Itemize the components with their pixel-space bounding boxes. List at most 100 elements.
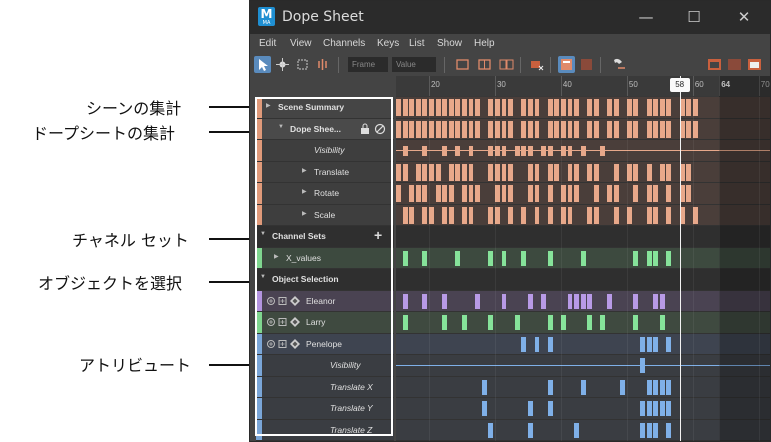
outliner-row[interactable]: Visibility [256,140,394,162]
outliner-row[interactable]: Visibility [256,355,394,377]
hierarchy-view-icon[interactable] [578,56,595,73]
keyframe[interactable] [666,185,672,203]
trax-editor-icon[interactable] [726,56,743,73]
keyframe[interactable] [534,185,540,203]
keyframe[interactable] [607,185,613,203]
keyframe[interactable] [541,293,547,309]
outliner-row[interactable]: ▶ X_values [256,247,394,269]
keyframe[interactable] [541,145,547,156]
keyframe[interactable] [508,185,514,203]
keyframe[interactable] [396,99,401,117]
expand-arrow-icon[interactable]: ▶ [302,188,307,195]
keyframe[interactable] [587,99,593,117]
outliner-row[interactable]: ▶ Rotate [256,183,394,205]
keyframe[interactable] [415,163,421,181]
keyframe[interactable] [488,120,494,138]
keyframe[interactable] [521,99,527,117]
magnet-icon[interactable] [610,56,627,73]
keyframe[interactable] [567,293,573,309]
keyframe[interactable] [653,99,659,117]
keyframe[interactable] [468,145,474,156]
keyframe[interactable] [587,163,593,181]
keyframe[interactable] [613,163,619,181]
keyframe[interactable] [461,315,467,331]
keyframe[interactable] [501,99,507,117]
keyframe[interactable] [422,293,428,309]
keyframe[interactable] [508,120,514,138]
keyframe[interactable] [633,293,639,309]
keyframe[interactable] [547,336,553,352]
keyframe[interactable] [435,99,441,117]
keyframe[interactable] [666,336,672,352]
keyframe[interactable] [633,163,639,181]
keyframe[interactable] [659,120,665,138]
menu-channels[interactable]: Channels [323,38,365,49]
keyframe[interactable] [613,206,619,224]
keyframe[interactable] [567,145,573,156]
keyframe[interactable] [475,120,481,138]
keyframe[interactable] [600,315,606,331]
keyframe[interactable] [435,120,441,138]
menu-keys[interactable]: Keys [377,38,399,49]
keyframe[interactable] [501,120,507,138]
keyframe[interactable] [455,99,461,117]
keyframe[interactable] [666,422,672,438]
no-icon[interactable] [374,123,386,137]
scale-keys-icon[interactable] [294,56,311,73]
keyframe[interactable] [659,401,665,417]
outliner-row[interactable]: Translate Y [256,398,394,420]
menu-list[interactable]: List [409,38,425,49]
keyframe[interactable] [468,120,474,138]
menu-edit[interactable]: Edit [259,38,276,49]
keyframe[interactable] [666,206,672,224]
keyframe[interactable] [646,163,652,181]
keyframe[interactable] [686,99,692,117]
keyframe[interactable] [574,99,580,117]
keyframe[interactable] [508,163,514,181]
keyframe[interactable] [442,99,448,117]
time-ruler[interactable]: 20 30 40 50 60 64 70 [396,76,770,96]
keyframe[interactable] [593,163,599,181]
keyframe[interactable] [461,185,467,203]
expand-arrow-icon[interactable]: ▶ [302,167,307,174]
key-track[interactable] [396,226,770,248]
object-toggle-icons[interactable] [266,316,302,330]
outliner-row[interactable]: ▶ Translate [256,161,394,183]
keyframe[interactable] [448,185,454,203]
keyframe[interactable] [580,145,586,156]
minimize-button[interactable]: — [636,7,656,27]
key-track[interactable] [396,290,770,312]
keyframe[interactable] [409,120,415,138]
keyframe[interactable] [461,163,467,181]
keyframe[interactable] [448,99,454,117]
keyframe[interactable] [455,120,461,138]
keyframe[interactable] [448,120,454,138]
close-button[interactable]: ✕ [734,7,754,27]
keyframe[interactable] [580,379,586,395]
keyframe[interactable] [580,250,586,266]
keyframe[interactable] [527,99,533,117]
keyframe[interactable] [593,185,599,203]
keyframe[interactable] [646,422,652,438]
keyframe[interactable] [521,120,527,138]
keyframe[interactable] [547,250,553,266]
outliner-row[interactable]: ▼ Channel Sets + [256,226,394,248]
keyframe[interactable] [659,293,665,309]
keyframe[interactable] [666,250,672,266]
move-keys-icon[interactable] [274,56,291,73]
keyframe[interactable] [488,99,494,117]
keyframe[interactable] [534,120,540,138]
keyframe[interactable] [514,145,520,156]
current-frame-label[interactable]: 58 [669,78,690,92]
key-track[interactable] [396,161,770,183]
keyframe[interactable] [547,99,553,117]
keyframe[interactable] [527,293,533,309]
key-track[interactable] [396,140,770,162]
collapse-arrow-icon[interactable]: ▼ [260,231,266,237]
keyframe[interactable] [442,315,448,331]
frame-field[interactable]: Frame [348,57,388,72]
keyframe[interactable] [580,293,586,309]
keyframe[interactable] [666,120,672,138]
keyframe[interactable] [488,163,494,181]
keyframe[interactable] [567,163,573,181]
